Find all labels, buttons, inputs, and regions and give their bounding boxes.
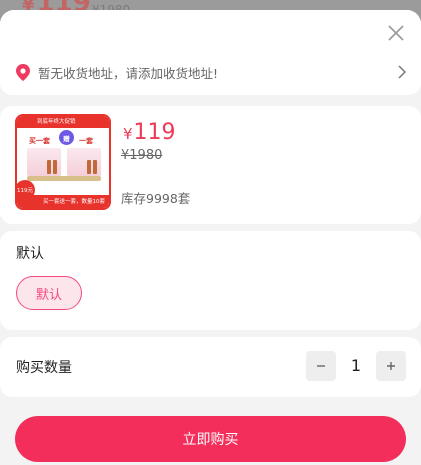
spec-option-default[interactable]: 默认 <box>16 276 82 310</box>
spec-title: 默认 <box>16 246 44 262</box>
original-price: ¥1980 <box>121 148 163 163</box>
chevron-right-icon <box>398 65 407 79</box>
add-address-row[interactable]: 暂无收货地址，请添加收货地址! <box>16 61 407 83</box>
thumbnail-ribbon-text: 买一套送一套，数量10套 <box>43 199 105 205</box>
close-button[interactable] <box>385 22 407 44</box>
spec-section: 默认 默认 <box>0 231 421 330</box>
address-placeholder-text: 暂无收货地址，请添加收货地址! <box>38 65 219 81</box>
address-section: 暂无收货地址，请添加收货地址! <box>0 10 421 95</box>
buy-now-button[interactable]: 立即购买 <box>15 416 406 462</box>
purchase-sheet: 暂无收货地址，请添加收货地址! 到底年终大促销 买一套 赠 一套 买一套送一套，… <box>0 10 421 465</box>
plus-icon <box>387 362 395 370</box>
stock-count: 库存9998套 <box>121 191 191 206</box>
close-icon <box>388 25 404 41</box>
thumbnail-buy-text: 买一套 <box>29 137 50 145</box>
location-pin-icon <box>16 63 30 81</box>
product-card: 到底年终大促销 买一套 赠 一套 买一套送一套，数量10套 119元 ¥119 … <box>0 106 421 224</box>
thumbnail-free-badge: 赠 <box>59 130 74 145</box>
minus-icon <box>317 365 325 367</box>
product-price: ¥119 <box>123 120 176 145</box>
quantity-label: 购买数量 <box>16 360 72 376</box>
thumbnail-price-badge: 119元 <box>17 180 35 200</box>
thumbnail-one-text: 一套 <box>79 137 93 145</box>
quantity-increase-button[interactable] <box>376 351 406 381</box>
quantity-decrease-button[interactable] <box>306 351 336 381</box>
product-thumbnail[interactable]: 到底年终大促销 买一套 赠 一套 买一套送一套，数量10套 119元 <box>15 114 111 210</box>
thumbnail-top-banner: 到底年终大促销 <box>37 119 76 125</box>
quantity-section: 购买数量 1 <box>0 337 421 397</box>
quantity-value: 1 <box>350 356 362 375</box>
